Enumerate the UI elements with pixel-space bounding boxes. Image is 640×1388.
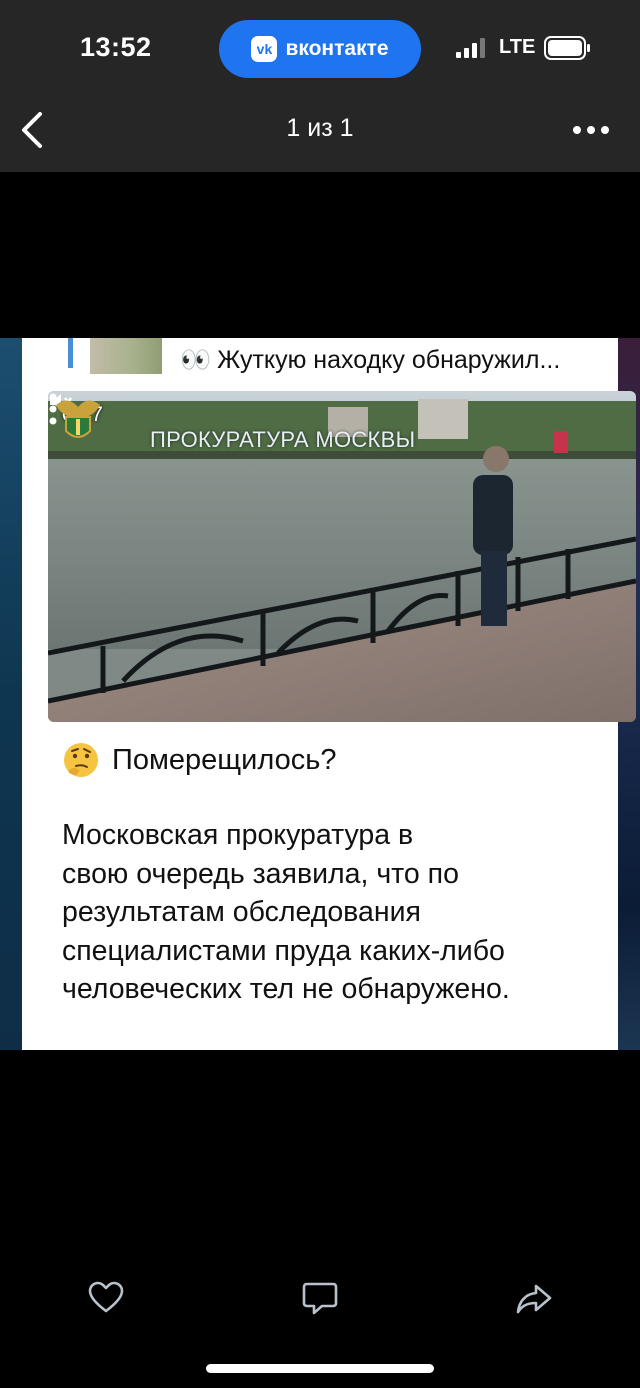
body-line: специалистами пруда каких-либо	[62, 934, 505, 967]
question-text: Померещилось?	[112, 743, 337, 776]
post-headline: 👀 Жуткую находку обнаружил...	[180, 346, 560, 375]
vk-pill-label: вконтакте	[285, 37, 389, 60]
body-line: результатам обследования	[62, 896, 421, 928]
video-preview: 0:27 ПРОКУРАТУРА МОСКВЫ	[48, 391, 636, 722]
battery-icon	[544, 36, 590, 60]
photo-counter: 1 из 1	[286, 114, 354, 142]
body-line: Московская прокуратура в	[62, 819, 414, 851]
signal-icon	[456, 38, 485, 58]
vk-logo-icon: vk	[251, 36, 278, 62]
status-time: 13:52	[80, 32, 152, 62]
quote-bar	[68, 338, 73, 368]
video-menu-icon	[49, 393, 57, 425]
vk-app-pill[interactable]: vk вконтакте	[219, 20, 421, 78]
post-screenshot-card: 👀 Жуткую находку обнаружил... ПРОКУРАТУР…	[22, 338, 636, 1050]
comment-button[interactable]	[300, 1278, 340, 1318]
eyes-emoji: 👀	[180, 346, 212, 374]
share-button[interactable]	[514, 1278, 554, 1318]
body-line: свою очередь заявила, что по	[62, 857, 459, 890]
link-thumbnail	[90, 338, 162, 374]
post-image[interactable]: 👀 Жуткую находку обнаружил... ПРОКУРАТУР…	[0, 338, 640, 1050]
thinking-face-icon	[64, 743, 98, 777]
more-button[interactable]	[570, 118, 612, 142]
body-line: человеческих тел не обнаружено.	[62, 973, 510, 1005]
like-button[interactable]	[86, 1278, 126, 1318]
post-body-text: Московская прокуратура в свою очередь за…	[62, 816, 622, 1009]
background-strip-left	[0, 338, 22, 1050]
home-indicator[interactable]	[206, 1364, 434, 1373]
network-type: LTE	[499, 36, 536, 58]
headline-text: Жуткую находку обнаружил...	[217, 346, 561, 374]
post-question: Померещилось?	[62, 741, 336, 779]
top-bar: 13:52 vk вконтакте LTE 1 из 1	[0, 0, 640, 172]
video-watermark: ПРОКУРАТУРА МОСКВЫ	[150, 427, 416, 452]
